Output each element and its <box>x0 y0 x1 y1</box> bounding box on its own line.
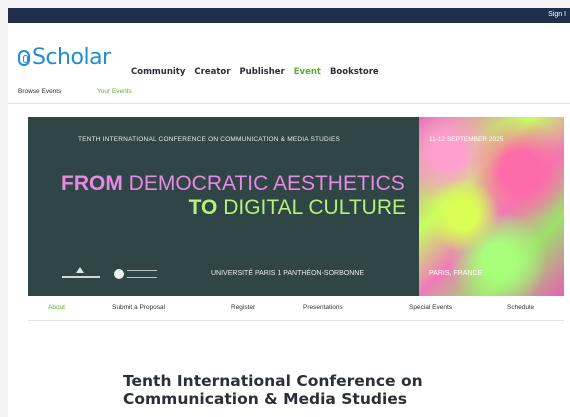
tab-presentations[interactable]: Presentations <box>303 304 343 311</box>
site-header: Scholar Community Creator Publisher Even… <box>8 23 570 82</box>
banner-conference-name: TENTH INTERNATIONAL CONFERENCE ON COMMUN… <box>78 136 341 143</box>
tab-submit-proposal[interactable]: Submit a Proposal <box>112 304 165 311</box>
cm-logo-icon <box>114 269 124 279</box>
headline-democratic-aesthetics: DEMOCRATIC AESTHETICS <box>128 172 405 195</box>
nav-bookstore[interactable]: Bookstore <box>330 67 379 77</box>
pantheon-sorbonne-logo <box>58 267 104 281</box>
tab-register[interactable]: Register <box>231 304 255 311</box>
nav-publisher[interactable]: Publisher <box>239 67 284 77</box>
cm-logo-wordmark <box>127 270 157 278</box>
top-bar: Sign I <box>8 8 570 23</box>
banner-dates: 11-12 SEPTEMBER 2025 <box>429 136 504 143</box>
sign-in-link[interactable]: Sign I <box>548 11 566 18</box>
event-subnav: Browse Events Your Events <box>8 81 570 104</box>
nav-community[interactable]: Community <box>131 67 185 77</box>
headline-digital-culture: DIGITAL CULTURE <box>223 196 406 219</box>
scholar-logo[interactable]: Scholar <box>18 47 111 69</box>
banner-left-panel: TENTH INTERNATIONAL CONFERENCE ON COMMUN… <box>28 117 419 296</box>
banner-headline-line1: FROM DEMOCRATIC AESTHETICS <box>61 173 405 194</box>
logo-text: Scholar <box>32 45 111 70</box>
banner-university: UNIVERSITÉ PARIS 1 PANTHÉON-SORBONNE <box>211 270 364 277</box>
browse-events-link[interactable]: Browse Events <box>18 88 61 95</box>
tab-schedule[interactable]: Schedule <box>507 304 534 311</box>
banner-city: PARIS, FRANCE <box>429 270 483 277</box>
page-title: Tenth International Conference on Commun… <box>123 372 423 409</box>
banner-headline-line2: TO DIGITAL CULTURE <box>189 197 406 218</box>
browser-viewport: Sign I Scholar Community Creator Publish… <box>8 8 570 417</box>
headline-from: FROM <box>61 172 123 195</box>
nav-creator[interactable]: Creator <box>194 67 230 77</box>
partner-logos <box>58 267 157 281</box>
headline-to: TO <box>188 196 218 219</box>
tab-about[interactable]: About <box>48 304 65 311</box>
nav-event[interactable]: Event <box>294 67 321 77</box>
event-tabs: About Submit a Proposal Register Present… <box>28 296 564 321</box>
tab-special-events[interactable]: Special Events <box>409 304 452 311</box>
scholar-logo-icon <box>18 50 30 66</box>
main-nav: Community Creator Publisher Event Bookst… <box>131 67 379 77</box>
banner-art-panel: 11-12 SEPTEMBER 2025 PARIS, FRANCE <box>419 117 564 296</box>
conference-banner: TENTH INTERNATIONAL CONFERENCE ON COMMUN… <box>28 117 564 296</box>
your-events-link[interactable]: Your Events <box>97 88 132 95</box>
communication-media-studies-logo <box>114 269 157 279</box>
